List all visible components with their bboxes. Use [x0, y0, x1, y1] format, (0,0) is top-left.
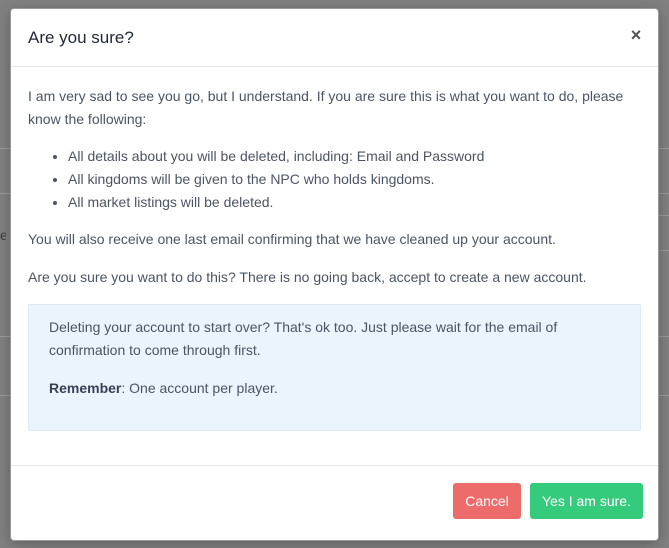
- remember-label: Remember: [49, 380, 122, 396]
- background-divider: [0, 193, 10, 194]
- background-divider: [659, 336, 669, 337]
- email-notice-text: You will also receive one last email con…: [28, 231, 556, 247]
- confirm-delete-modal: Are you sure? × I am very sad to see you…: [10, 8, 659, 541]
- cancel-button[interactable]: Cancel: [453, 483, 521, 519]
- info-alert: Deleting your account to start over? Tha…: [28, 304, 641, 431]
- modal-title: Are you sure?: [28, 28, 134, 47]
- background-divider: [0, 148, 10, 149]
- warning-text: Are you sure you want to do this? There …: [28, 269, 587, 285]
- info-text: Deleting your account to start over? Tha…: [49, 319, 558, 358]
- list-item: All market listings will be deleted.: [68, 191, 641, 214]
- list-item: All kingdoms will be given to the NPC wh…: [68, 168, 641, 191]
- modal-footer: Cancel Yes I am sure.: [11, 465, 658, 540]
- background-divider: [0, 395, 10, 396]
- background-text: e: [0, 227, 6, 243]
- background-divider: [659, 250, 669, 251]
- remember-note: Remember: One account per player.: [49, 377, 620, 400]
- list-item: All details about you will be deleted, i…: [68, 145, 641, 168]
- background-divider: [659, 215, 669, 216]
- modal-header: Are you sure? ×: [11, 9, 658, 67]
- background-divider: [659, 148, 669, 149]
- background-divider: [0, 336, 10, 337]
- remember-text: : One account per player.: [121, 380, 278, 396]
- background-divider: [659, 395, 669, 396]
- close-icon[interactable]: ×: [628, 26, 644, 44]
- modal-body: I am very sad to see you go, but I under…: [11, 67, 658, 431]
- confirm-button[interactable]: Yes I am sure.: [530, 483, 643, 519]
- consequences-list: All details about you will be deleted, i…: [28, 145, 641, 214]
- intro-text: I am very sad to see you go, but I under…: [28, 88, 624, 127]
- background-divider: [659, 193, 669, 194]
